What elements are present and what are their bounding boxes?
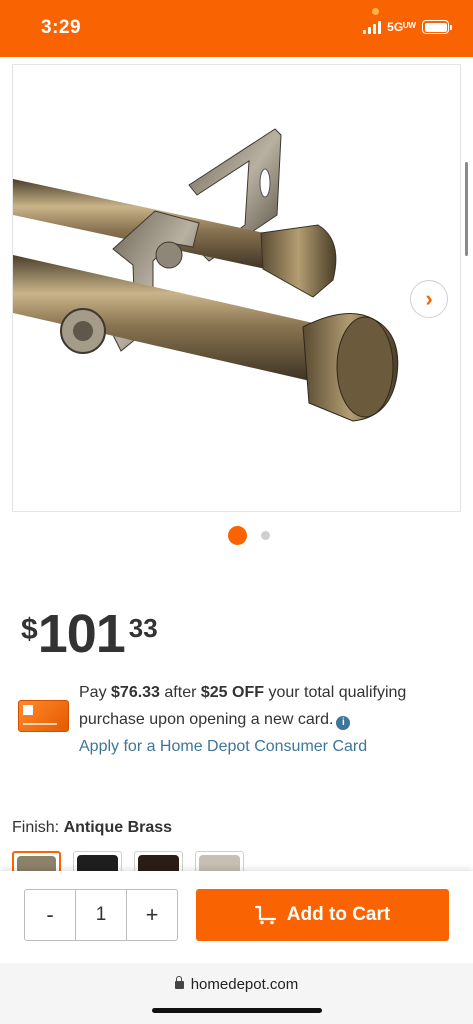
quantity-decrease-button[interactable]: - bbox=[25, 890, 75, 940]
next-image-button[interactable]: › bbox=[410, 280, 448, 318]
product-image-gallery[interactable]: › bbox=[12, 64, 461, 512]
add-to-cart-label: Add to Cart bbox=[286, 904, 391, 925]
finish-swatches bbox=[12, 851, 244, 873]
home-indicator[interactable] bbox=[152, 1008, 322, 1013]
promo-text: Pay $76.33 after $25 OFF your total qual… bbox=[79, 679, 459, 760]
browser-url-bar[interactable]: homedepot.com bbox=[0, 963, 473, 1024]
finish-label: Finish: Antique Brass bbox=[12, 819, 173, 836]
add-to-cart-bar: - 1 + Add to Cart bbox=[0, 871, 473, 963]
finish-selected: Antique Brass bbox=[63, 819, 173, 836]
price-dollars: 101 bbox=[37, 604, 126, 664]
quantity-increase-button[interactable]: + bbox=[127, 890, 177, 940]
gallery-dot-active[interactable] bbox=[228, 526, 247, 545]
apply-card-link[interactable]: Apply for a Home Depot Consumer Card bbox=[79, 733, 459, 760]
status-time: 3:29 bbox=[41, 17, 82, 38]
chevron-right-icon: › bbox=[425, 286, 433, 311]
scroll-indicator bbox=[465, 162, 468, 256]
promo-discount: $25 OFF bbox=[200, 684, 264, 701]
status-icons: 5Gᵁᵂ bbox=[363, 20, 452, 34]
credit-card-icon bbox=[18, 700, 69, 732]
signal-icon bbox=[363, 20, 382, 34]
swatch-satin-nickel[interactable] bbox=[195, 851, 244, 873]
url-display[interactable]: homedepot.com bbox=[0, 976, 473, 993]
price-currency: $ bbox=[21, 613, 38, 646]
promo-pay-amount: $76.33 bbox=[111, 684, 160, 701]
url-text: homedepot.com bbox=[190, 976, 299, 993]
network-label: 5Gᵁᵂ bbox=[387, 20, 416, 34]
cart-icon bbox=[254, 905, 276, 925]
swatch-cocoa[interactable] bbox=[134, 851, 183, 873]
swatch-antique-brass[interactable] bbox=[12, 851, 61, 873]
gallery-pagination[interactable] bbox=[228, 526, 270, 545]
info-icon[interactable]: i bbox=[336, 716, 351, 730]
battery-icon bbox=[422, 20, 452, 34]
add-to-cart-button[interactable]: Add to Cart bbox=[196, 889, 449, 941]
privacy-indicator-icon bbox=[372, 8, 379, 15]
product-image bbox=[13, 128, 399, 422]
lock-icon bbox=[174, 976, 184, 989]
product-price: $ 101 33 bbox=[21, 607, 158, 661]
quantity-stepper: - 1 + bbox=[24, 889, 178, 941]
price-cents: 33 bbox=[128, 613, 158, 643]
quantity-input[interactable]: 1 bbox=[75, 890, 127, 940]
swatch-black[interactable] bbox=[73, 851, 122, 873]
status-bar: 3:29 5Gᵁᵂ bbox=[0, 0, 473, 57]
gallery-dot[interactable] bbox=[261, 531, 270, 540]
